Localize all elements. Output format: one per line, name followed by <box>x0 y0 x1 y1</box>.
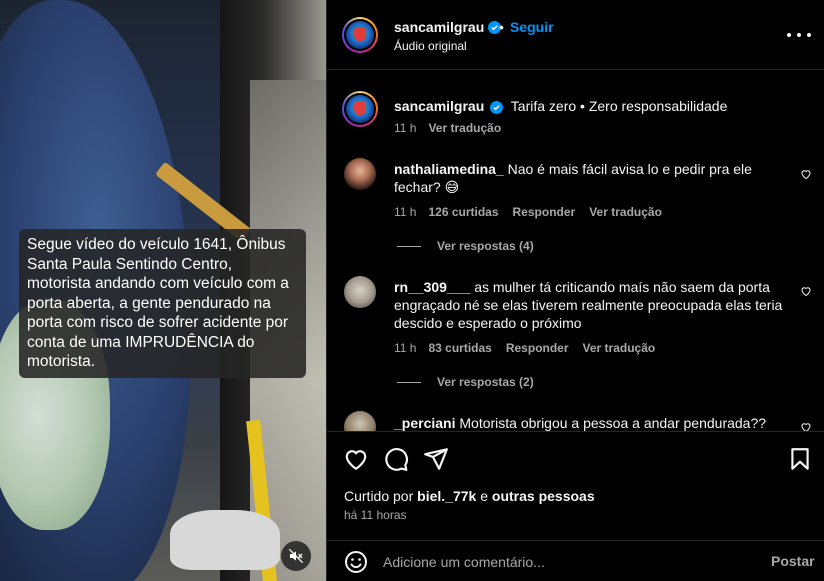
caption-meta: 11 h Ver tradução <box>394 121 515 135</box>
emoji-icon[interactable] <box>344 550 368 574</box>
caption-comment: sancamilgrau Tarifa zero • Zero responsa… <box>394 97 784 115</box>
view-replies-label[interactable]: Ver respostas (2) <box>437 375 534 389</box>
follow-button[interactable]: Seguir <box>510 19 554 35</box>
author-username[interactable]: sancamilgrau <box>394 19 502 35</box>
replies-divider <box>397 381 421 383</box>
like-comment-heart-icon[interactable] <box>800 421 812 431</box>
comment-username[interactable]: rn__309___ <box>394 279 470 295</box>
comment-time[interactable]: 11 h <box>394 205 416 219</box>
post-time[interactable]: há 11 horas <box>344 508 407 522</box>
like-comment-heart-icon[interactable] <box>800 168 812 180</box>
post-comment-button[interactable]: Postar <box>771 553 815 569</box>
caption-translate-link[interactable]: Ver tradução <box>428 121 501 135</box>
comment-time[interactable]: 11 h <box>394 341 416 355</box>
video-frame-shoe <box>170 510 280 570</box>
audio-original-link[interactable]: Áudio original <box>394 39 467 53</box>
reply-button[interactable]: Responder <box>513 205 576 219</box>
comment-avatar[interactable] <box>344 158 376 190</box>
like-comment-heart-icon[interactable] <box>800 285 812 297</box>
reply-button[interactable]: Responder <box>506 341 569 355</box>
comment-input[interactable] <box>383 549 743 575</box>
speaker-muted-icon <box>288 548 304 564</box>
mute-button[interactable] <box>281 541 311 571</box>
comment-username[interactable]: nathaliamedina_ <box>394 161 504 177</box>
view-replies-button[interactable]: Ver respostas (2) <box>397 375 534 389</box>
author-username-text[interactable]: sancamilgrau <box>394 19 484 35</box>
comment-meta: 11 h 126 curtidas Responder Ver tradução <box>394 205 676 219</box>
like-heart-icon[interactable] <box>343 446 369 472</box>
comments-list[interactable]: sancamilgrau Tarifa zero • Zero responsa… <box>327 71 824 431</box>
liked-prefix: Curtido por <box>344 488 414 504</box>
share-send-icon[interactable] <box>423 446 449 472</box>
post-header: sancamilgrau • Seguir Áudio original <box>327 0 824 70</box>
caption-username[interactable]: sancamilgrau <box>394 98 484 114</box>
author-avatar[interactable] <box>342 17 378 53</box>
translate-link[interactable]: Ver tradução <box>583 341 656 355</box>
replies-divider <box>397 245 421 247</box>
comment-text: Motorista obrigou a pessoa a andar pendu… <box>459 415 767 431</box>
comment-avatar[interactable] <box>344 411 376 431</box>
comment-avatar[interactable] <box>344 276 376 308</box>
view-replies-button[interactable]: Ver respostas (4) <box>397 239 534 253</box>
more-options-icon[interactable] <box>787 25 811 45</box>
comment-composer: Postar <box>327 540 824 581</box>
caption-time[interactable]: 11 h <box>394 121 416 135</box>
comment-likes[interactable]: 126 curtidas <box>428 205 498 219</box>
save-bookmark-icon[interactable] <box>787 446 813 472</box>
translate-link[interactable]: Ver tradução <box>589 205 662 219</box>
caption-author-avatar[interactable] <box>342 91 378 127</box>
comment-body: nathaliamedina_ Nao é mais fácil avisa l… <box>394 160 784 196</box>
liked-user-link[interactable]: biel._77k <box>417 488 476 504</box>
verified-badge-icon <box>490 101 504 114</box>
comment-bubble-icon[interactable] <box>383 446 409 472</box>
video-caption: Segue vídeo do veículo 1641, Ônibus Sant… <box>19 229 306 378</box>
liked-joiner: e <box>480 488 488 504</box>
view-replies-label[interactable]: Ver respostas (4) <box>437 239 534 253</box>
comment-likes[interactable]: 83 curtidas <box>428 341 491 355</box>
caption-text: Tarifa zero • Zero responsabilidade <box>510 98 728 114</box>
comment-body: _perciani Motorista obrigou a pessoa a a… <box>394 414 784 431</box>
post-actions: Curtido por biel._77k e outras pessoas h… <box>327 431 824 531</box>
liked-others-link[interactable]: outras pessoas <box>492 488 595 504</box>
post-panel: sancamilgrau • Seguir Áudio original san… <box>326 0 824 581</box>
comment-username[interactable]: _perciani <box>394 415 455 431</box>
comment-body: rn__309___ as mulher tá criticando maís … <box>394 278 784 332</box>
comment-meta: 11 h 83 curtidas Responder Ver tradução <box>394 341 669 355</box>
likes-summary: Curtido por biel._77k e outras pessoas <box>344 488 595 504</box>
header-separator: • <box>499 19 504 35</box>
video-player[interactable]: Segue vídeo do veículo 1641, Ônibus Sant… <box>0 0 326 581</box>
